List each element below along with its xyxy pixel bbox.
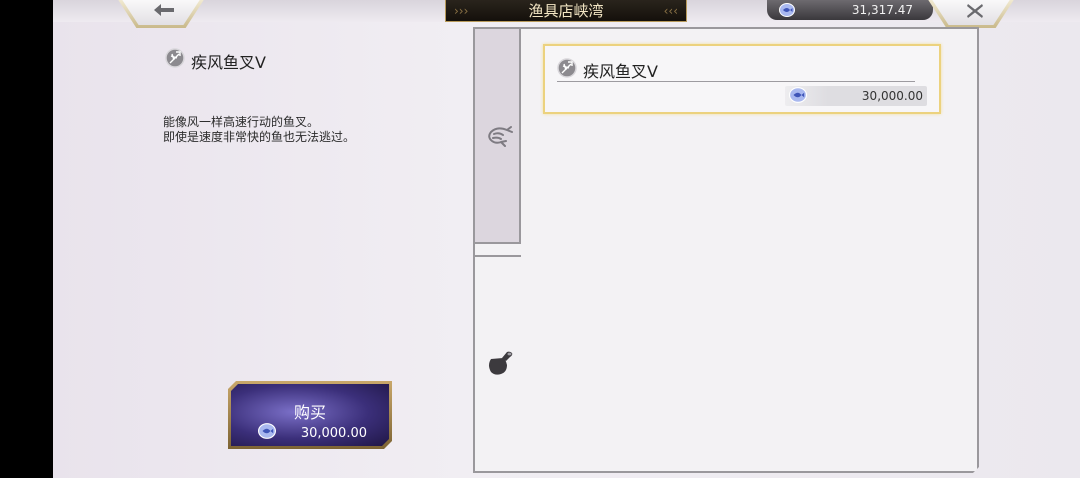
fish-coin-icon bbox=[779, 3, 795, 17]
harpoon-icon bbox=[165, 48, 185, 68]
shop-screen: ››› 渔具店峡湾 ‹‹‹ 31,317.47 疾风鱼叉Ⅴ 能像风一样高速行动的… bbox=[53, 0, 1080, 478]
back-button[interactable] bbox=[117, 0, 205, 28]
title-ornament-right: ‹‹‹ bbox=[663, 4, 678, 18]
close-icon bbox=[967, 4, 983, 18]
description-line: 能像风一样高速行动的鱼叉。 bbox=[163, 115, 320, 129]
close-button[interactable] bbox=[927, 0, 1015, 28]
item-detail-name: 疾风鱼叉Ⅴ bbox=[191, 53, 266, 72]
harpoon-icon bbox=[557, 58, 577, 78]
shop-title-plate: ››› 渔具店峡湾 ‹‹‹ bbox=[445, 0, 687, 22]
list-item-price: 30,000.00 bbox=[861, 89, 923, 103]
list-item-name: 疾风鱼叉Ⅴ bbox=[583, 62, 658, 81]
fish-coin-icon bbox=[789, 87, 807, 103]
list-item-divider bbox=[557, 81, 915, 82]
currency-amount: 31,317.47 bbox=[851, 3, 913, 17]
item-description: 能像风一样高速行动的鱼叉。 即使是速度非常快的鱼也无法逃过。 bbox=[163, 115, 355, 145]
buy-button-label: 购买 bbox=[293, 403, 326, 422]
tab-bait[interactable] bbox=[473, 255, 521, 473]
tab-fishing-gear[interactable] bbox=[473, 27, 521, 244]
jar-icon bbox=[489, 351, 513, 375]
description-line: 即使是速度非常快的鱼也无法逃过。 bbox=[163, 130, 356, 144]
currency-display: 31,317.47 bbox=[767, 0, 933, 20]
shrimp-icon bbox=[488, 126, 513, 147]
list-item[interactable]: 疾风鱼叉Ⅴ 30,000.00 bbox=[543, 44, 941, 114]
shop-title: 渔具店峡湾 bbox=[528, 2, 604, 20]
list-item-price-pill: 30,000.00 bbox=[785, 86, 927, 106]
buy-button-price: 30,000.00 bbox=[300, 426, 367, 441]
back-arrow-icon bbox=[154, 4, 174, 16]
fish-coin-icon bbox=[258, 423, 276, 439]
buy-button[interactable]: 购买 30,000.00 bbox=[228, 381, 392, 449]
title-ornament-left: ››› bbox=[454, 4, 469, 18]
